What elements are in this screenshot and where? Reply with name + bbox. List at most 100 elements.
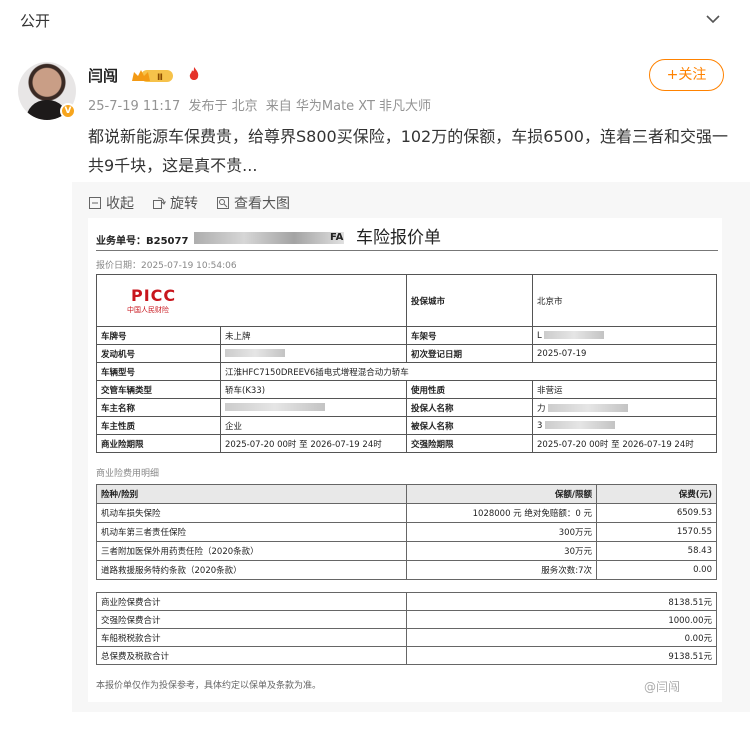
total-label: 总保费及税款合计	[96, 646, 407, 665]
collapse-label: 收起	[106, 196, 134, 212]
cp-period-label: 交强险期限	[406, 434, 534, 453]
view-large-icon	[217, 197, 229, 209]
post-time[interactable]: 25-7-19 11:17	[88, 99, 180, 114]
redacted-area	[225, 403, 325, 411]
view-large-button[interactable]: 查看大图	[216, 193, 290, 213]
total-value: 8138.51元	[406, 592, 717, 611]
business-number-suffix: FA	[330, 232, 344, 243]
owner	[219, 398, 408, 417]
table-row: 机动车第三者责任保险 300万元 1570.55	[96, 522, 717, 542]
chevron-down-icon[interactable]	[704, 12, 722, 26]
mgmt-type-label: 交管车辆类型	[96, 380, 221, 399]
detail-premium: 1570.55	[596, 522, 717, 542]
detail-coverage: 300万元	[406, 522, 597, 542]
username[interactable]: 闫闯	[88, 65, 118, 86]
table-row: 商业险保费合计 8138.51元	[96, 592, 717, 611]
insure-city-label: 投保城市	[406, 274, 534, 327]
post-location: 发布于 北京	[188, 99, 258, 114]
premium-detail-table: 险种/险别 保额/限额 保费(元) 机动车损失保险 1028000 元 绝对免赔…	[96, 484, 717, 580]
detail-coverage: 1028000 元 绝对免赔额：0 元	[406, 503, 597, 523]
detail-coverage: 服务次数:7次	[406, 560, 597, 580]
engine-label: 发动机号	[96, 344, 221, 363]
quote-image[interactable]: 业务单号：B25077 FA 车险报价单 报价日期：2025-07-19 10:…	[88, 218, 722, 702]
cp-period: 2025-07-20 00时 至 2026-07-19 24时	[532, 434, 718, 453]
fire-icon	[189, 67, 199, 80]
total-value: 9138.51元	[406, 646, 717, 665]
biz-period-label: 商业险期限	[96, 434, 221, 453]
total-value: 0.00元	[406, 628, 717, 647]
media-toolbar: 收起 旋转 查看大图	[88, 193, 290, 213]
biz-period: 2025-07-20 00时 至 2026-07-19 24时	[219, 434, 408, 453]
vehicle-info-table: PICC 中国人民财险 投保城市 北京市 车牌号 未上牌 车架号 L 发动机号 …	[95, 274, 718, 453]
total-label: 车船税税款合计	[96, 628, 407, 647]
plate: 未上牌	[219, 326, 408, 345]
owner-type: 企业	[219, 416, 408, 435]
header-kind: 险种/险别	[96, 484, 407, 504]
picc-logo-sub: 中国人民财险	[127, 306, 169, 314]
engine	[219, 344, 408, 363]
usage: 非营运	[532, 380, 718, 399]
totals-table: 商业险保费合计 8138.51元 交强险保费合计 1000.00元 车船税税款合…	[96, 592, 717, 665]
header-premium: 保费(元)	[596, 484, 717, 504]
business-number: 业务单号：B25077	[96, 236, 189, 247]
reg-date-label: 初次登记日期	[406, 344, 534, 363]
owner-label: 车主名称	[96, 398, 221, 417]
section-title: 商业险费用明细	[96, 469, 160, 479]
logo-cell: PICC 中国人民财险	[95, 274, 408, 327]
collapse-icon	[89, 197, 101, 209]
applicant-label: 投保人名称	[406, 398, 534, 417]
model-label: 车辆型号	[96, 362, 221, 381]
table-row: 三者附加医保外用药责任险（2020条款） 30万元 58.43	[96, 541, 717, 561]
applicant-value: 力	[537, 403, 546, 414]
total-value: 1000.00元	[406, 610, 717, 629]
svg-text:Ⅱ: Ⅱ	[157, 73, 163, 83]
quote-title: 车险报价单	[356, 228, 441, 248]
post-source: 来自 华为Mate XT 非凡大师	[265, 99, 432, 114]
detail-kind: 机动车第三者责任保险	[96, 522, 407, 542]
top-bar: 公开	[0, 0, 750, 42]
table-header: 险种/险别 保额/限额 保费(元)	[96, 484, 717, 504]
view-large-label: 查看大图	[234, 196, 290, 212]
vin-value: L	[537, 330, 542, 341]
detail-kind: 道路救援服务特约条款（2020条款）	[96, 560, 407, 580]
visibility-label: 公开	[20, 12, 51, 30]
redacted-area	[225, 349, 285, 357]
insure-city: 北京市	[532, 274, 718, 327]
redacted-area	[548, 404, 629, 412]
usage-label: 使用性质	[406, 380, 534, 399]
header-coverage: 保额/限额	[406, 484, 597, 504]
redacted-area	[544, 331, 605, 339]
detail-premium: 58.43	[596, 541, 717, 561]
redacted-area	[545, 421, 616, 429]
collapse-button[interactable]: 收起	[88, 193, 134, 213]
follow-button[interactable]: +关注	[649, 59, 724, 91]
insured-value: 3	[537, 420, 543, 431]
vin: L	[532, 326, 718, 345]
detail-coverage: 30万元	[406, 541, 597, 561]
insured-label: 被保人名称	[406, 416, 534, 435]
verified-badge-icon: V	[60, 103, 76, 119]
detail-kind: 机动车损失保险	[96, 503, 407, 523]
table-row: 机动车损失保险 1028000 元 绝对免赔额：0 元 6509.53	[96, 503, 717, 523]
table-row: 总保费及税款合计 9138.51元	[96, 646, 717, 665]
vip-crown-icon: Ⅱ	[132, 70, 173, 83]
reg-date: 2025-07-19	[532, 344, 718, 363]
table-row: 交强险保费合计 1000.00元	[96, 610, 717, 629]
total-label: 商业险保费合计	[96, 592, 407, 611]
vin-label: 车架号	[406, 326, 534, 345]
divider	[96, 250, 718, 251]
detail-premium: 6509.53	[596, 503, 717, 523]
detail-premium: 0.00	[596, 560, 717, 580]
table-row: 车船税税款合计 0.00元	[96, 628, 717, 647]
post-meta: 25-7-19 11:17 发布于 北京 来自 华为Mate XT 非凡大师	[88, 95, 435, 114]
rotate-label: 旋转	[170, 196, 198, 212]
insured: 3	[532, 416, 718, 435]
post-text: 都说新能源车保费贵，给尊界S800买保险，102万的保额，车损6500，连着三者…	[88, 127, 728, 175]
plate-label: 车牌号	[96, 326, 221, 345]
total-label: 交强险保费合计	[96, 610, 407, 629]
rotate-button[interactable]: 旋转	[152, 193, 198, 213]
model: 江淮HFC7150DREEV6插电式增程混合动力轿车	[219, 362, 718, 381]
quote-date: 报价日期：2025-07-19 10:54:06	[96, 261, 237, 271]
table-row: 道路救援服务特约条款（2020条款） 服务次数:7次 0.00	[96, 560, 717, 580]
quote-note: 本报价单仅作为投保参考，具体约定以保单及条款为准。	[96, 681, 322, 691]
